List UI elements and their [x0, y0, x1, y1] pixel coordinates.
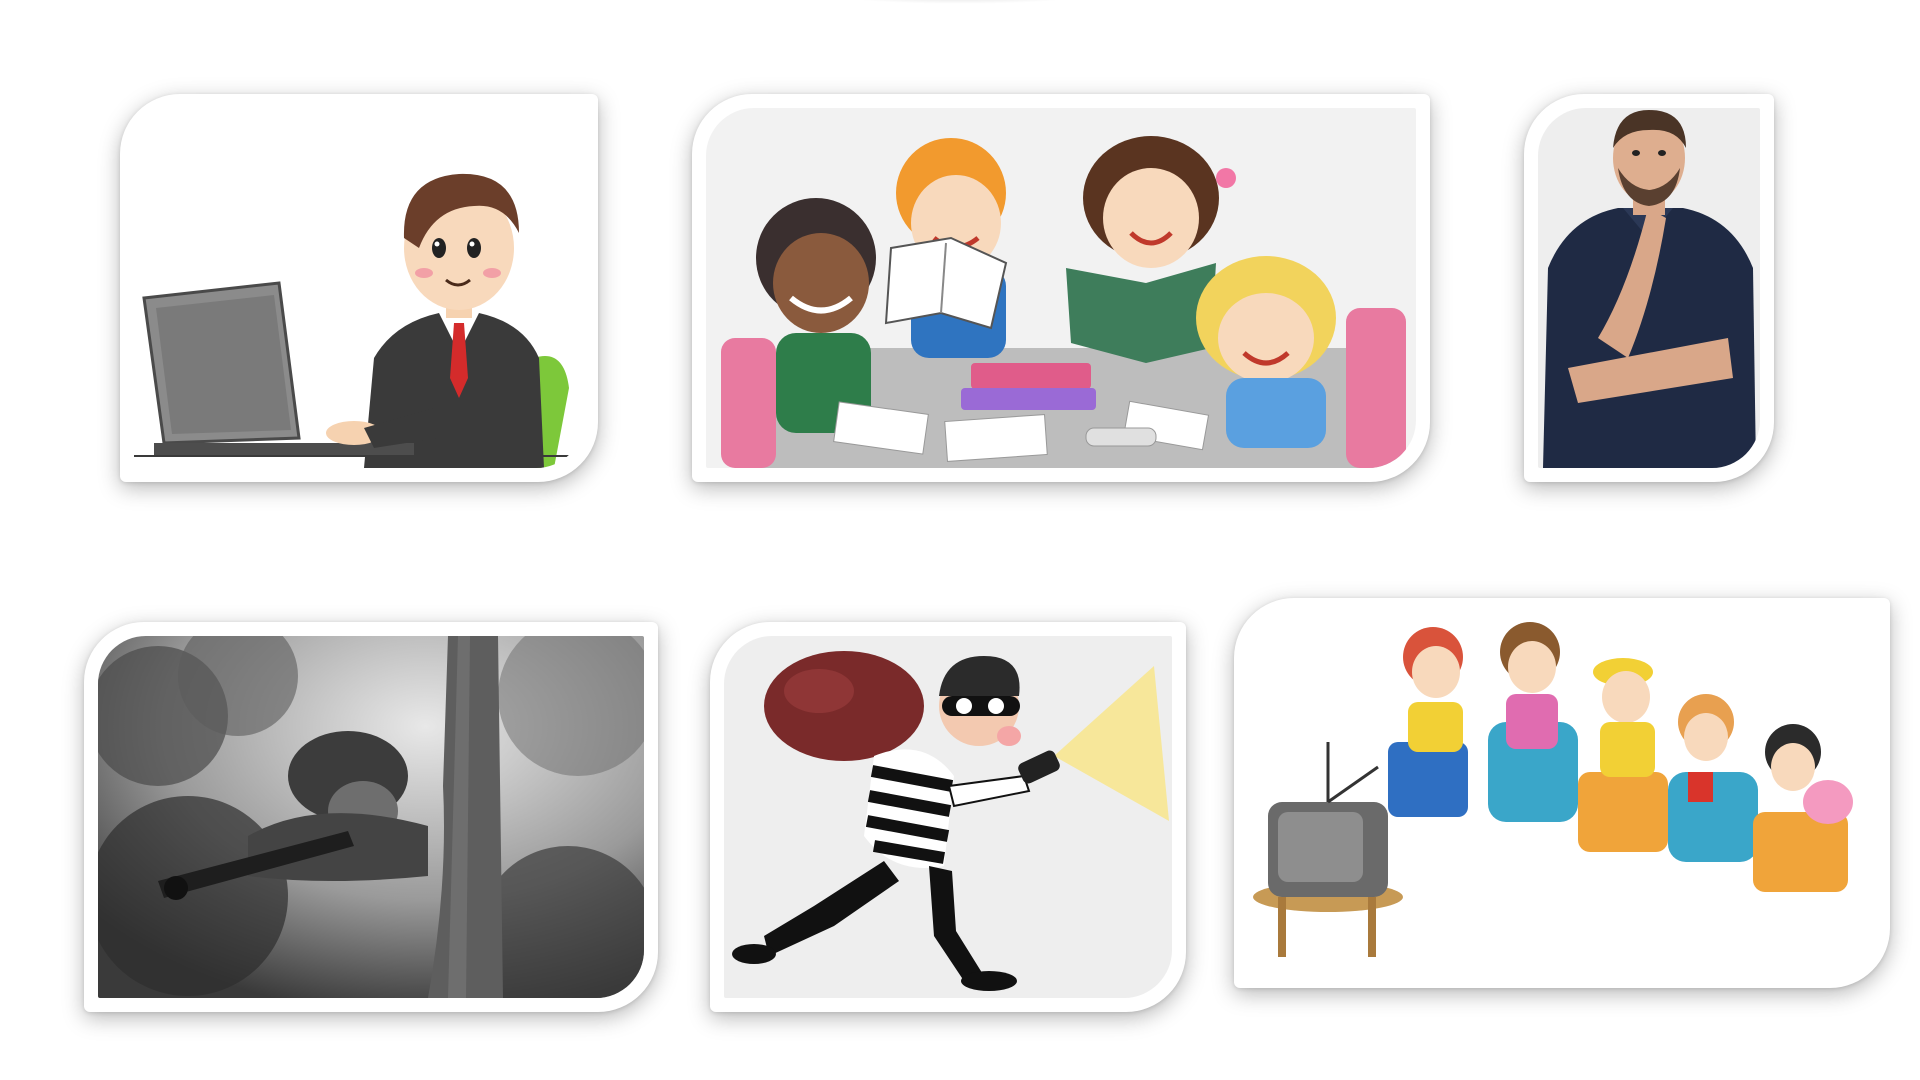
image-frame-1[interactable]: [120, 94, 598, 482]
children-studying-together-icon: [706, 108, 1416, 468]
burglar-with-flashlight-icon: [724, 636, 1172, 998]
slide-canvas: [0, 0, 1920, 1080]
image-frame-5[interactable]: [710, 622, 1186, 1012]
image-frame-2[interactable]: [692, 94, 1430, 482]
top-edge-shadow: [820, 0, 1100, 4]
sniper-hiding-in-forest-icon: [98, 636, 644, 998]
image-frame-3[interactable]: [1524, 94, 1774, 482]
image-frame-6[interactable]: [1234, 598, 1890, 988]
children-watching-tv-icon: [1248, 612, 1876, 974]
man-working-on-laptop-icon: [134, 108, 584, 468]
man-thinking-icon: [1538, 108, 1760, 468]
image-frame-4[interactable]: [84, 622, 658, 1012]
